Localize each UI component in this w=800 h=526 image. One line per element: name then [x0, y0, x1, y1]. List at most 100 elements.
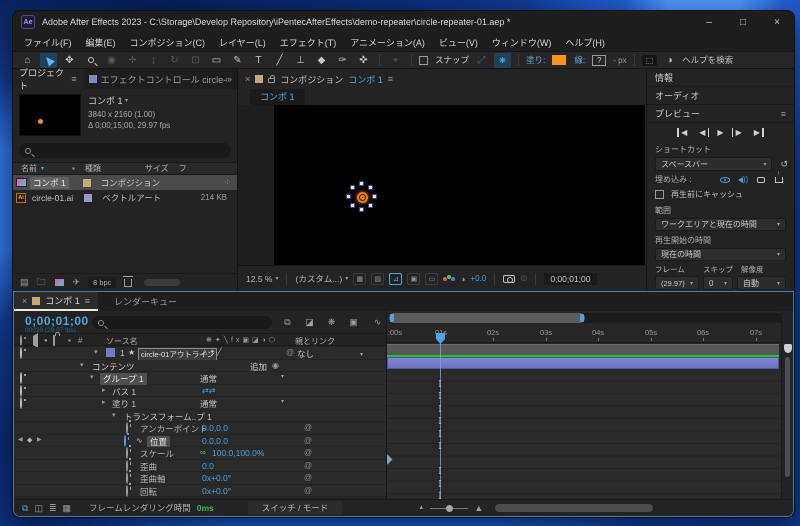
current-timecode[interactable]: 0;00;01;00 [25, 314, 89, 328]
shape-tool-icon[interactable]: ▭ [208, 53, 225, 68]
visibility-eye-icon[interactable] [20, 384, 22, 397]
label-color-chip[interactable] [82, 178, 91, 187]
anchor-point-value[interactable]: 0.0,0.0 [202, 423, 228, 433]
twirl-open-icon[interactable]: ▾ [90, 373, 94, 381]
tab-effect-controls[interactable]: エフェクトコントロール circle-01 [83, 73, 227, 86]
skew-axis-label[interactable]: 歪曲軸 [140, 473, 166, 485]
selection-handle[interactable] [346, 194, 351, 199]
comp-name[interactable]: コンポ 1 [88, 94, 123, 107]
transparency-grid-icon[interactable]: ▨ [371, 272, 385, 285]
video-column-icon[interactable] [20, 335, 22, 346]
panel-menu-icon[interactable]: ≡ [388, 74, 393, 84]
navigator-start-handle[interactable] [390, 314, 394, 322]
align-icon[interactable]: ❋ [494, 52, 512, 68]
timeline-track-area[interactable]: :00s 01s 02s 03s 04s 05s 06s 07s I I I I… [386, 311, 785, 499]
track-rows-background[interactable] [387, 369, 785, 499]
col-size[interactable]: サイズ [145, 163, 169, 174]
last-frame-button[interactable]: ▶ [753, 128, 765, 137]
layer-duration-bar[interactable] [387, 357, 779, 369]
parent-link-column[interactable]: 親とリンク [295, 336, 335, 347]
hide-shy-layers-icon[interactable]: ❋ [324, 316, 339, 329]
menu-animation[interactable]: アニメーション(A) [343, 36, 432, 49]
tab-project[interactable]: プロジェクト ≡ [13, 68, 83, 91]
comp-canvas[interactable] [274, 105, 645, 265]
selection-handle[interactable] [359, 181, 364, 186]
menu-help[interactable]: ヘルプ(H) [558, 36, 612, 49]
composition-viewer[interactable] [238, 105, 646, 265]
col-overflow[interactable]: フ [179, 163, 187, 174]
composition-flowchart-icon[interactable]: ⧉ [280, 316, 295, 329]
selection-handle[interactable] [350, 203, 355, 208]
first-frame-button[interactable]: ◀ [677, 128, 688, 137]
new-folder-icon[interactable]: 🗀 [37, 275, 46, 291]
viewer-tab[interactable]: コンポ 1 [250, 89, 305, 105]
crop-icon[interactable]: ▭ [425, 272, 439, 285]
timeline-vscrollbar[interactable] [785, 357, 790, 477]
graph-editor-icon[interactable]: ∿ [370, 316, 385, 329]
stopwatch-icon[interactable] [126, 472, 128, 484]
menu-view[interactable]: ビュー(V) [432, 36, 485, 49]
eraser-tool-icon[interactable]: ◆ [313, 53, 330, 68]
panel-menu-icon[interactable]: ≡ [71, 74, 76, 84]
project-row-ai[interactable]: Ai circle-01.ai ベクトルアート 214 KB [13, 190, 237, 205]
close-button[interactable]: × [760, 11, 794, 33]
pen-tool-icon[interactable]: ✎ [229, 53, 246, 68]
timeline-hscrollbar[interactable] [495, 504, 654, 512]
pickwhip-icon[interactable]: @ [304, 486, 312, 495]
resolution-dropdown[interactable]: 自動 ▾ [737, 276, 786, 290]
minimize-button[interactable]: – [692, 11, 726, 33]
menu-edit[interactable]: 編集(E) [79, 36, 123, 49]
stopwatch-icon[interactable] [126, 422, 128, 434]
exposure-value[interactable]: +0.0 [470, 274, 486, 283]
time-navigator-bar[interactable] [389, 313, 585, 323]
export-icon[interactable] [772, 171, 786, 185]
menu-composition[interactable]: コンポジション(C) [123, 36, 213, 49]
channel-icon[interactable] [443, 274, 456, 283]
grid-guides-icon[interactable]: ▦ [353, 272, 367, 285]
visibility-eye-icon[interactable] [20, 372, 22, 384]
panel-close-icon[interactable]: × [245, 74, 250, 84]
selection-handle[interactable] [368, 203, 373, 208]
zoom-tool-icon[interactable] [82, 53, 99, 68]
time-navigator-track[interactable] [389, 313, 783, 323]
video-include-icon[interactable] [718, 174, 732, 185]
sort-icon[interactable]: ▾ [41, 165, 44, 172]
anchor-point[interactable] [359, 194, 366, 201]
work-area-bar[interactable] [387, 344, 779, 355]
col-type[interactable]: 種類 [85, 163, 101, 174]
path-direction-icons[interactable]: ⇄⇄ [202, 386, 215, 395]
stopwatch-icon[interactable] [126, 459, 128, 472]
playhead-end-marker[interactable]: ↕ [438, 488, 443, 498]
previous-frame-button[interactable]: ◀ [698, 128, 710, 137]
interpret-footage-icon[interactable]: ▤ [20, 277, 29, 288]
stopwatch-icon[interactable] [126, 447, 128, 459]
pickwhip-icon[interactable]: @ [304, 461, 312, 470]
group-label[interactable]: グループ 1 [100, 373, 147, 385]
rotation-label[interactable]: 回転 [140, 486, 157, 498]
in-out-columns-icon[interactable]: ≣ [49, 503, 57, 514]
panel-comp-name[interactable]: コンポ 1 [348, 73, 383, 86]
skew-row[interactable]: 歪曲 0.0 @ [14, 459, 386, 473]
position-label[interactable]: 位置 [147, 435, 171, 448]
stroke-value[interactable]: ? [592, 54, 607, 66]
switch-mode-button[interactable]: スイッチ / モード [247, 501, 343, 515]
previous-keyframe-icon[interactable]: ◀ [18, 436, 23, 443]
chevron-down-icon[interactable]: ▾ [125, 97, 128, 104]
path-row[interactable]: ▸ パス 1 ⇄⇄ [14, 384, 386, 398]
stopwatch-icon[interactable] [126, 484, 128, 497]
parent-dropdown[interactable]: なし ▾ [297, 348, 363, 360]
pickwhip-icon[interactable]: @ [304, 448, 312, 457]
skew-label[interactable]: 歪曲 [140, 461, 157, 473]
mask-visibility-icon[interactable]: ▣ [407, 272, 421, 285]
layer-row[interactable]: ▾ 1 ★ circle-01アウトライン ◬✦╱ @ なし ▾ [14, 347, 386, 361]
source-name-column[interactable]: ソース名 [106, 336, 138, 347]
visibility-eye-icon[interactable] [20, 347, 22, 359]
layer-switches[interactable]: ◬✦╱ [202, 348, 223, 356]
path-label[interactable]: パス 1 [112, 386, 136, 398]
skew-value[interactable]: 0.0 [202, 461, 214, 471]
anchor-point-row[interactable]: アンカーポイント 0.0,0.0 @ [14, 422, 386, 435]
project-search-input[interactable] [19, 143, 231, 158]
project-row-comp[interactable]: コンポ 1 コンポジション ⁘ [13, 175, 237, 190]
panel-close-icon[interactable]: × [22, 296, 27, 306]
contents-label[interactable]: コンテンツ [92, 361, 135, 373]
